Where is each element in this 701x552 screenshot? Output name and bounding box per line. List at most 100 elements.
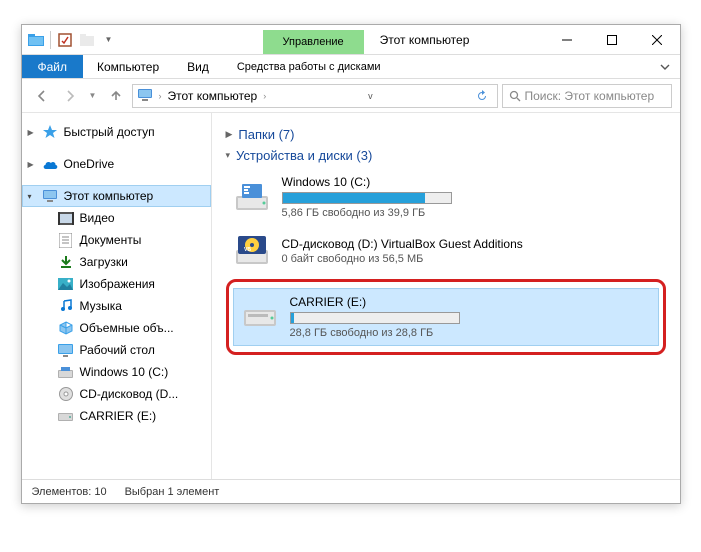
video-icon bbox=[58, 210, 74, 226]
chevron-right-icon[interactable]: › bbox=[261, 91, 268, 101]
chevron-right-icon[interactable]: ▶ bbox=[28, 160, 34, 169]
titlebar-tabs: Управление Этот компьютер bbox=[123, 25, 545, 54]
sidebar-item-music[interactable]: Музыка bbox=[22, 295, 211, 317]
sidebar-item-label: Изображения bbox=[80, 277, 155, 291]
sidebar-item-desktop[interactable]: Рабочий стол bbox=[22, 339, 211, 361]
sidebar-item-pictures[interactable]: Изображения bbox=[22, 273, 211, 295]
new-folder-icon[interactable] bbox=[79, 32, 95, 48]
address-bar[interactable]: › Этот компьютер › v bbox=[132, 84, 498, 108]
cd-icon bbox=[58, 386, 74, 402]
drive-sub: 5,86 ГБ свободно из 39,9 ГБ bbox=[282, 207, 658, 219]
sidebar-item-label: CARRIER (E:) bbox=[80, 409, 157, 423]
sidebar-item-label: Рабочий стол bbox=[80, 343, 155, 357]
sidebar-item-label: OneDrive bbox=[64, 157, 115, 171]
drive-icon bbox=[58, 364, 74, 380]
desktop-icon bbox=[58, 342, 74, 358]
chevron-right-icon[interactable]: › bbox=[157, 91, 164, 101]
main-area: ▶ Быстрый доступ ▶ OneDrive bbox=[22, 113, 680, 479]
sidebar-item-label: Видео bbox=[80, 211, 115, 225]
cd-drive-icon: VB bbox=[234, 233, 270, 269]
document-icon bbox=[58, 232, 74, 248]
ribbon-collapse-icon[interactable] bbox=[650, 55, 680, 78]
drive-label: CD-дисковод (D:) VirtualBox Guest Additi… bbox=[282, 237, 658, 251]
drive-item-c[interactable]: Windows 10 (C:) 5,86 ГБ свободно из 39,9… bbox=[226, 169, 666, 225]
drive-icon bbox=[58, 408, 74, 424]
svg-text:VB: VB bbox=[244, 247, 251, 253]
picture-icon bbox=[58, 276, 74, 292]
window-title: Этот компьютер bbox=[364, 25, 486, 54]
sidebar-item-onedrive[interactable]: ▶ OneDrive bbox=[22, 153, 211, 175]
management-context-tab[interactable]: Управление bbox=[263, 30, 364, 54]
drive-label: Windows 10 (C:) bbox=[282, 175, 658, 189]
window-controls bbox=[545, 25, 680, 54]
status-selected-count: Выбран 1 элемент bbox=[125, 486, 220, 498]
navigation-pane: ▶ Быстрый доступ ▶ OneDrive bbox=[22, 113, 212, 479]
address-dropdown-icon[interactable]: v bbox=[364, 91, 377, 101]
music-icon bbox=[58, 298, 74, 314]
recent-dropdown-icon[interactable]: ▼ bbox=[86, 84, 100, 108]
star-icon bbox=[42, 124, 58, 140]
up-button[interactable] bbox=[104, 84, 128, 108]
download-icon bbox=[58, 254, 74, 270]
sidebar-item-documents[interactable]: Документы bbox=[22, 229, 211, 251]
refresh-icon[interactable] bbox=[472, 90, 492, 102]
properties-icon[interactable] bbox=[57, 32, 73, 48]
sidebar-item-downloads[interactable]: Загрузки bbox=[22, 251, 211, 273]
sidebar-item-label: Музыка bbox=[80, 299, 122, 313]
drive-label: CARRIER (E:) bbox=[290, 295, 650, 309]
tab-computer[interactable]: Компьютер bbox=[83, 55, 173, 78]
group-drives[interactable]: ▾ Устройства и диски (3) bbox=[226, 148, 666, 163]
sidebar-item-drive-d[interactable]: CD-дисковод (D... bbox=[22, 383, 211, 405]
address-row: ▼ › Этот компьютер › v Поиск: Этот компь… bbox=[22, 79, 680, 113]
sidebar-item-label: Объемные объ... bbox=[80, 321, 174, 335]
tab-file[interactable]: Файл bbox=[22, 55, 84, 78]
close-button[interactable] bbox=[635, 25, 680, 54]
breadcrumb-segment[interactable]: Этот компьютер bbox=[164, 89, 262, 103]
tab-view[interactable]: Вид bbox=[173, 55, 223, 78]
search-placeholder: Поиск: Этот компьютер bbox=[525, 89, 655, 103]
chevron-down-icon[interactable]: ▾ bbox=[28, 192, 32, 201]
status-element-count: Элементов: 10 bbox=[32, 486, 107, 498]
minimize-button[interactable] bbox=[545, 25, 590, 54]
sidebar-item-3d-objects[interactable]: Объемные объ... bbox=[22, 317, 211, 339]
usage-bar bbox=[290, 312, 460, 324]
content-pane: ▶ Папки (7) ▾ Устройства и диски (3) Win… bbox=[212, 113, 680, 479]
computer-icon bbox=[42, 188, 58, 204]
sidebar-item-label: CD-дисковод (D... bbox=[80, 387, 179, 401]
back-button[interactable] bbox=[30, 84, 54, 108]
chevron-right-icon[interactable]: ▶ bbox=[226, 129, 233, 140]
sidebar-item-quick-access[interactable]: ▶ Быстрый доступ bbox=[22, 121, 211, 143]
usage-fill bbox=[291, 313, 294, 323]
qat-dropdown-icon[interactable]: ▼ bbox=[101, 32, 117, 48]
cube-icon bbox=[58, 320, 74, 336]
sidebar-item-drive-c[interactable]: Windows 10 (C:) bbox=[22, 361, 211, 383]
titlebar: ▼ Управление Этот компьютер bbox=[22, 25, 680, 55]
chevron-down-icon[interactable]: ▾ bbox=[226, 150, 231, 161]
folder-icon bbox=[28, 32, 44, 48]
status-bar: Элементов: 10 Выбран 1 элемент bbox=[22, 479, 680, 503]
drive-icon bbox=[242, 299, 278, 335]
chevron-right-icon[interactable]: ▶ bbox=[28, 128, 34, 137]
explorer-window: ▼ Управление Этот компьютер Файл Компьют… bbox=[21, 24, 681, 504]
group-label: Устройства и диски (3) bbox=[236, 148, 372, 163]
usage-bar bbox=[282, 192, 452, 204]
sidebar-item-label: Этот компьютер bbox=[64, 189, 154, 203]
drive-sub: 0 байт свободно из 56,5 МБ bbox=[282, 253, 658, 265]
group-folders[interactable]: ▶ Папки (7) bbox=[226, 127, 666, 142]
sidebar-item-label: Быстрый доступ bbox=[64, 125, 155, 139]
drive-item-d[interactable]: VB CD-дисковод (D:) VirtualBox Guest Add… bbox=[226, 227, 666, 275]
search-input[interactable]: Поиск: Этот компьютер bbox=[502, 84, 672, 108]
tab-drive-tools[interactable]: Средства работы с дисками bbox=[223, 55, 395, 78]
search-icon bbox=[509, 90, 521, 102]
drive-sub: 28,8 ГБ свободно из 28,8 ГБ bbox=[290, 327, 650, 339]
forward-button[interactable] bbox=[58, 84, 82, 108]
sidebar-item-videos[interactable]: Видео bbox=[22, 207, 211, 229]
ribbon: Файл Компьютер Вид Средства работы с дис… bbox=[22, 55, 680, 79]
sidebar-item-label: Windows 10 (C:) bbox=[80, 365, 169, 379]
group-label: Папки (7) bbox=[238, 127, 294, 142]
sidebar-item-this-pc[interactable]: ▾ Этот компьютер bbox=[22, 185, 211, 207]
drive-item-e[interactable]: CARRIER (E:) 28,8 ГБ свободно из 28,8 ГБ bbox=[233, 288, 659, 346]
sidebar-item-label: Загрузки bbox=[80, 255, 128, 269]
maximize-button[interactable] bbox=[590, 25, 635, 54]
sidebar-item-drive-e[interactable]: CARRIER (E:) bbox=[22, 405, 211, 427]
